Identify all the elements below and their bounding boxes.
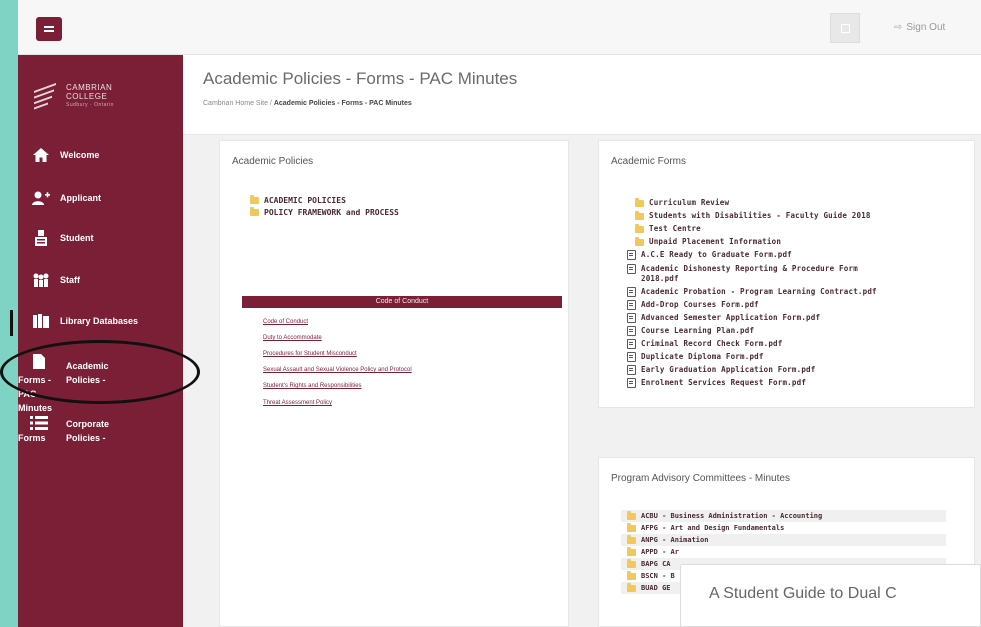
file-add-drop[interactable]: Add-Drop Courses Form.pdf: [627, 300, 759, 310]
breadcrumb-home-link[interactable]: Cambrian Home Site: [203, 100, 268, 107]
page-title: Academic Policies - Forms - PAC Minutes: [203, 69, 518, 88]
file-academic-probation[interactable]: Academic Probation - Program Learning Co…: [627, 287, 877, 297]
sign-out-link[interactable]: ⇨ Sign Out: [894, 22, 945, 33]
link-duty-to-accommodate[interactable]: Duty to Accommodate: [263, 335, 322, 341]
panel-title: Academic Policies: [232, 156, 314, 167]
app-switch-button[interactable]: [830, 13, 860, 43]
hamburger-icon: [44, 26, 54, 32]
link-threat-assessment[interactable]: Threat Assessment Policy: [263, 400, 332, 406]
home-icon: [32, 147, 50, 163]
sidebar-item-student[interactable]: Student: [32, 230, 94, 246]
folder-icon: [627, 582, 636, 592]
pdf-icon: [627, 339, 636, 349]
file-enrolment-services[interactable]: Enrolment Services Request Form.pdf: [627, 378, 806, 388]
file-advanced-semester[interactable]: Advanced Semester Application Form.pdf: [627, 313, 820, 323]
logo-text: CAMBRIAN COLLEGE Sudbury · Ontario: [66, 82, 114, 108]
file-early-graduation[interactable]: Early Graduation Application Form.pdf: [627, 365, 815, 375]
sidebar-item-applicant[interactable]: Applicant: [32, 190, 101, 206]
panel-title: Academic Forms: [611, 156, 687, 167]
pdf-icon: [627, 378, 636, 388]
staff-icon: [32, 272, 50, 288]
folder-curriculum-review[interactable]: Curriculum Review: [635, 197, 729, 207]
folder-icon: [250, 207, 259, 216]
sign-out-icon: ⇨: [894, 22, 903, 33]
annotation-mark: [10, 310, 13, 336]
folder-icon: [627, 546, 636, 556]
main-content: Academic Policies - Forms - PAC Minutes …: [183, 55, 981, 627]
link-student-misconduct[interactable]: Procedures for Student Misconduct: [263, 351, 357, 357]
user-plus-icon: [32, 190, 50, 206]
student-icon: [32, 230, 50, 246]
file-criminal-record[interactable]: Criminal Record Check Form.pdf: [627, 339, 782, 349]
folder-students-disabilities[interactable]: Students with Disabilities - Faculty Gui…: [635, 210, 871, 220]
page-header: Academic Policies - Forms - PAC Minutes …: [183, 55, 981, 135]
pac-row-afpg[interactable]: AFPG - Art and Design Fundamentals: [621, 522, 946, 534]
academic-forms-panel: Academic Forms Curriculum Review Student…: [598, 140, 975, 408]
highlight-oval: [0, 340, 200, 404]
folder-policy-framework[interactable]: POLICY FRAMEWORK and PROCESS: [250, 207, 399, 217]
folder-academic-policies[interactable]: ACADEMIC POLICIES: [250, 195, 346, 205]
pdf-icon: [627, 365, 636, 375]
file-academic-dishonesty[interactable]: Academic Dishonesty Reporting & Procedur…: [627, 264, 858, 274]
file-duplicate-diploma[interactable]: Duplicate Diploma Form.pdf: [627, 352, 764, 362]
file-ace-ready[interactable]: A.C.E Ready to Graduate Form.pdf: [627, 250, 792, 260]
sign-out-label: Sign Out: [906, 22, 946, 33]
pdf-icon: [627, 264, 636, 274]
academic-policies-panel: Academic Policies ACADEMIC POLICIES POLI…: [219, 140, 569, 627]
file-academic-dishonesty-cont[interactable]: 2018.pdf: [641, 274, 679, 283]
breadcrumb-current: Academic Policies - Forms - PAC Minutes: [273, 100, 412, 107]
link-sexual-assault-policy[interactable]: Sexual Assault and Sexual Violence Polic…: [263, 367, 412, 373]
pac-row-anpg[interactable]: ANPG - Animation: [621, 534, 946, 546]
folder-icon: [635, 210, 644, 220]
pdf-icon: [627, 326, 636, 336]
folder-icon: [627, 522, 636, 532]
folder-icon: [627, 534, 636, 544]
guide-caption: A Student Guide to Dual C: [680, 564, 981, 627]
sidebar-item-staff[interactable]: Staff: [32, 272, 80, 288]
sidebar-item-library-databases[interactable]: Library Databases: [32, 313, 138, 329]
logo-mark-icon: [32, 79, 60, 113]
menu-toggle-button[interactable]: [36, 17, 62, 41]
top-bar: ⇨ Sign Out: [18, 0, 981, 55]
pdf-icon: [627, 313, 636, 323]
folder-unpaid-placement[interactable]: Unpaid Placement Information: [635, 236, 781, 246]
pdf-icon: [627, 352, 636, 362]
panel-title: Program Advisory Committees - Minutes: [611, 473, 790, 484]
pac-row-appd[interactable]: APPD - Ar: [621, 546, 946, 558]
folder-icon: [627, 510, 636, 520]
folder-icon: [627, 570, 636, 580]
file-course-learning-plan[interactable]: Course Learning Plan.pdf: [627, 326, 754, 336]
link-code-of-conduct[interactable]: Code of Conduct: [263, 319, 308, 325]
sidebar-item-welcome[interactable]: Welcome: [32, 147, 99, 163]
folder-icon: [635, 236, 644, 246]
folder-test-centre[interactable]: Test Centre: [635, 223, 701, 233]
link-student-rights[interactable]: Student's Rights and Responsibilities: [263, 383, 362, 389]
folder-icon: [250, 195, 259, 204]
sidebar-item-corporate-policies[interactable]: Corporate Policies - Forms: [18, 415, 109, 443]
code-of-conduct-header: Code of Conduct: [242, 296, 562, 308]
books-icon: [32, 313, 50, 329]
pdf-icon: [627, 287, 636, 297]
folder-icon: [635, 223, 644, 233]
breadcrumb: Cambrian Home Site / Academic Policies -…: [203, 100, 412, 107]
pdf-icon: [627, 250, 636, 260]
folder-icon: [635, 197, 644, 207]
list-icon: [30, 415, 48, 431]
pac-row-acbu[interactable]: ACBU - Business Administration - Account…: [621, 510, 946, 522]
browser-frame: ⇨ Sign Out CAMBRIAN COLLEGE Sudbury · On…: [18, 0, 981, 627]
folder-icon: [627, 558, 636, 568]
pdf-icon: [627, 300, 636, 310]
square-icon: [840, 23, 850, 33]
college-logo[interactable]: CAMBRIAN COLLEGE Sudbury · Ontario: [32, 79, 114, 113]
